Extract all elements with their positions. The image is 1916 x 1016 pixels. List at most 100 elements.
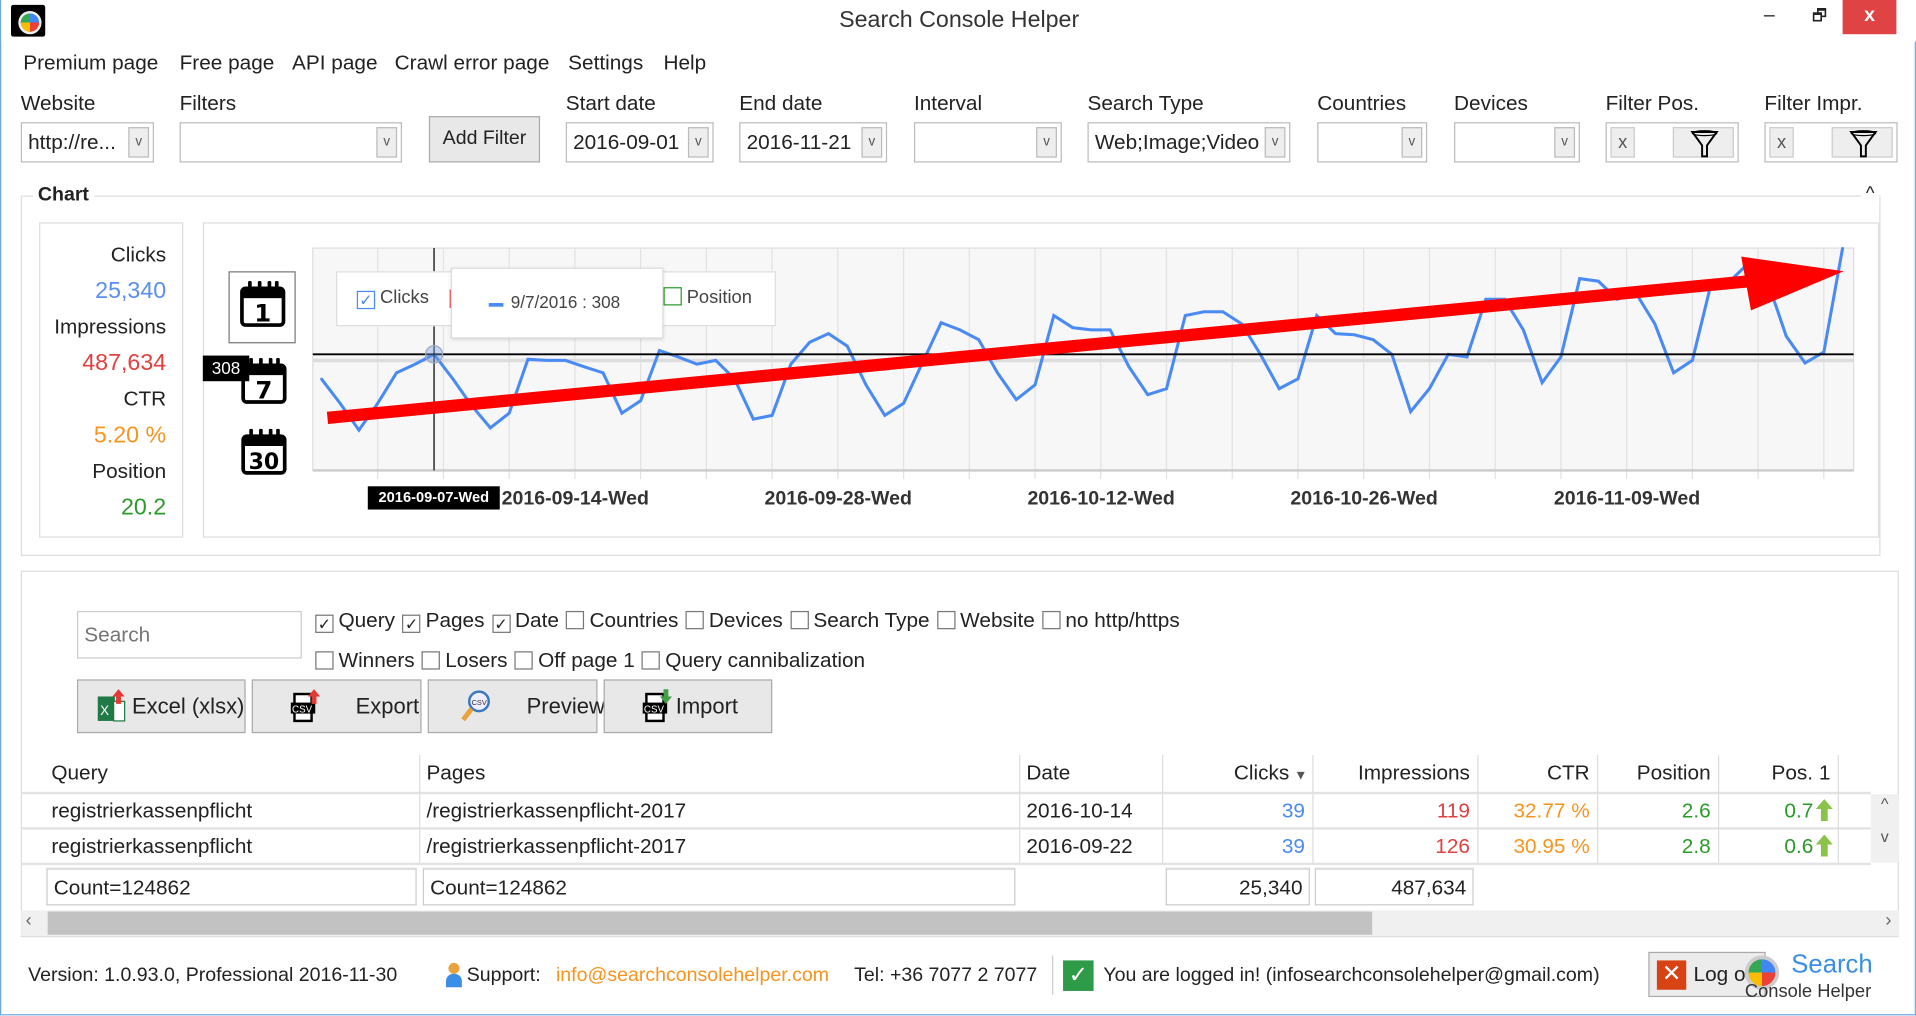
scroll-left-icon[interactable]: ‹ [26, 910, 32, 931]
data-point[interactable] [1202, 310, 1206, 313]
column-header-ctr[interactable]: CTR [1477, 756, 1597, 790]
search-input[interactable] [76, 610, 302, 659]
data-point[interactable] [601, 371, 605, 375]
data-point[interactable] [1033, 383, 1037, 387]
data-point[interactable] [770, 414, 774, 417]
data-point[interactable] [376, 402, 379, 405]
column-header-position[interactable]: Position [1597, 756, 1718, 790]
data-point[interactable] [1672, 371, 1675, 375]
data-point[interactable] [583, 365, 586, 369]
data-point[interactable] [714, 359, 717, 362]
data-point[interactable] [1184, 314, 1187, 317]
data-point[interactable] [1484, 298, 1488, 301]
column-header-clicks[interactable]: Clicks ▼ [1162, 756, 1312, 793]
data-point[interactable] [1691, 359, 1694, 362]
option-devices[interactable]: Devices [685, 609, 783, 632]
data-point[interactable] [1071, 326, 1074, 329]
data-point[interactable] [1371, 338, 1375, 341]
preview-button[interactable]: CSV Preview [427, 679, 605, 734]
horizontal-scrollbar[interactable]: ‹ › [20, 910, 1899, 936]
data-point[interactable] [977, 338, 980, 341]
column-header-query[interactable]: Query [44, 756, 419, 790]
legend-position[interactable]: Position [663, 287, 752, 308]
data-point[interactable] [1559, 355, 1563, 359]
data-point[interactable] [1785, 335, 1788, 338]
data-point[interactable] [338, 402, 342, 405]
column-header-impressions[interactable]: Impressions [1312, 756, 1477, 790]
data-point[interactable] [1578, 277, 1581, 280]
csv-import-button[interactable]: CSV Import [603, 679, 773, 734]
checkbox-unchecked-icon[interactable] [685, 610, 705, 630]
data-point[interactable] [414, 362, 417, 366]
option-countries[interactable]: Countries [566, 609, 678, 632]
data-point[interactable] [1277, 387, 1281, 390]
legend-clicks[interactable]: ✓ Clicks [356, 287, 429, 310]
data-point[interactable] [1653, 322, 1657, 326]
checkbox-checked-icon[interactable]: ✓ [402, 614, 421, 633]
data-point[interactable] [357, 428, 361, 432]
data-point[interactable] [1803, 361, 1807, 365]
data-point[interactable] [1165, 387, 1168, 390]
scroll-up-icon[interactable]: ^ [1871, 794, 1899, 812]
data-point[interactable] [564, 359, 567, 362]
data-point[interactable] [639, 399, 642, 402]
data-point[interactable] [395, 371, 398, 375]
data-point[interactable] [996, 371, 999, 375]
option-winners[interactable]: Winners [315, 649, 415, 672]
checkbox-unchecked-icon[interactable] [421, 651, 441, 670]
checkbox-unchecked-icon[interactable] [642, 651, 661, 670]
data-point[interactable] [658, 349, 661, 352]
excel-export-button[interactable]: X Excel (xlsx) [76, 679, 246, 734]
data-point[interactable] [1090, 328, 1093, 332]
data-point[interactable] [752, 417, 755, 421]
calendar-1-icon[interactable]: 1 [240, 281, 286, 327]
option-query[interactable]: ✓ Query [315, 609, 395, 633]
scrollbar-thumb[interactable] [47, 911, 1373, 935]
calendar-30-icon[interactable]: 30 [241, 428, 287, 475]
data-point[interactable] [1221, 310, 1225, 313]
data-point[interactable] [789, 362, 793, 366]
data-point[interactable] [1409, 410, 1412, 413]
data-point[interactable] [846, 344, 849, 348]
data-point[interactable] [864, 383, 868, 387]
data-point[interactable] [939, 321, 943, 324]
data-point[interactable] [1127, 365, 1131, 369]
checkbox-unchecked-icon[interactable] [1042, 610, 1061, 630]
data-point[interactable] [808, 341, 811, 344]
vertical-scrollbar[interactable]: ^ v [1870, 794, 1899, 863]
data-point[interactable] [451, 377, 455, 381]
option-date[interactable]: ✓ Date [491, 609, 559, 633]
csv-export-button[interactable]: CSV Export [251, 679, 422, 734]
data-point[interactable] [1597, 280, 1600, 283]
data-point[interactable] [676, 355, 680, 359]
checkbox-checked-icon[interactable]: ✓ [315, 614, 334, 633]
column-header-date[interactable]: Date [1019, 756, 1162, 790]
data-point[interactable] [545, 359, 548, 362]
calendar-7-icon[interactable]: 7 [241, 358, 287, 404]
data-point[interactable] [1822, 350, 1826, 354]
data-point[interactable] [489, 426, 492, 430]
checkbox-unchecked-icon[interactable] [566, 610, 585, 630]
option-no-http-https[interactable]: no http/https [1042, 609, 1180, 632]
data-point[interactable] [1296, 377, 1300, 381]
data-point[interactable] [1428, 387, 1431, 390]
option-off-page-1[interactable]: Off page 1 [514, 649, 635, 672]
data-point[interactable] [1146, 393, 1149, 396]
data-point[interactable] [1522, 328, 1525, 332]
data-point[interactable] [1108, 328, 1112, 332]
data-point[interactable] [507, 411, 511, 415]
data-point[interactable] [1540, 381, 1544, 384]
scroll-down-icon[interactable]: v [1871, 827, 1899, 845]
data-point[interactable] [1334, 332, 1337, 335]
checkbox-checked-icon[interactable]: ✓ [491, 614, 511, 633]
data-point[interactable] [695, 362, 699, 366]
data-point[interactable] [1353, 333, 1356, 336]
column-header-pos-1[interactable]: Pos. 1 [1718, 756, 1838, 790]
data-point[interactable] [1015, 398, 1018, 401]
data-point[interactable] [1052, 314, 1056, 317]
option-losers[interactable]: Losers [421, 649, 508, 672]
data-point[interactable] [902, 402, 905, 405]
checkbox-unchecked-icon[interactable] [790, 610, 809, 630]
column-header-pages[interactable]: Pages [419, 756, 1019, 790]
data-point[interactable] [1841, 246, 1844, 250]
